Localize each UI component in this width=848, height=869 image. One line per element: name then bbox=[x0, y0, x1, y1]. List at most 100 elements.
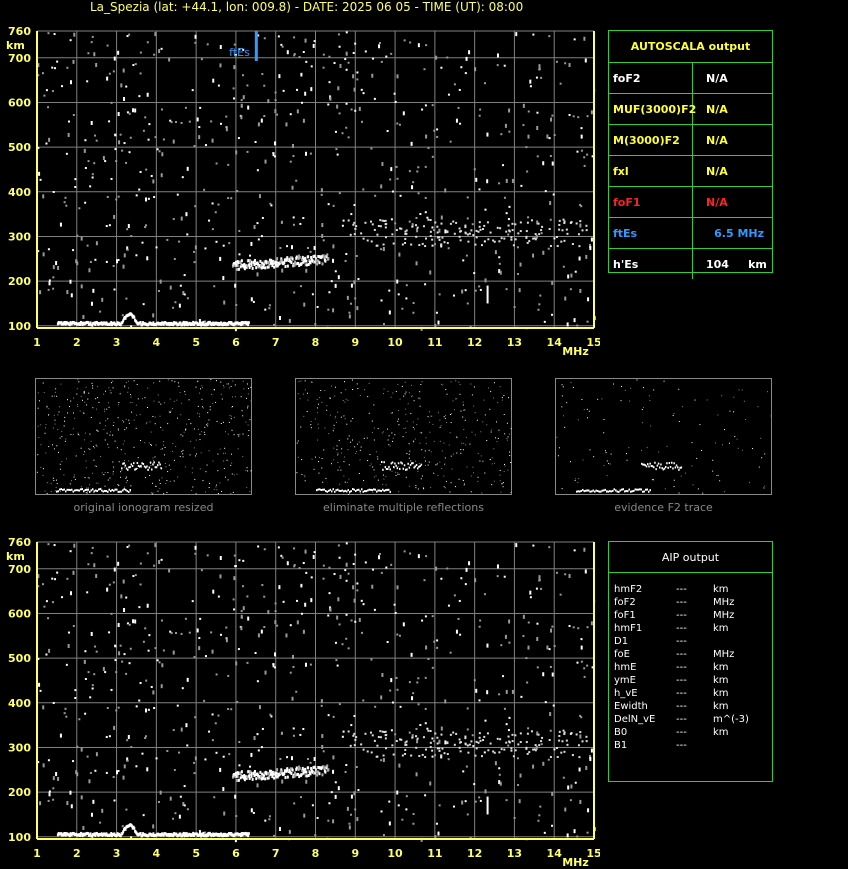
scatter-point bbox=[429, 219, 432, 222]
thumb-point bbox=[169, 411, 171, 413]
echo-point bbox=[193, 772, 196, 775]
thumb-e-trace bbox=[60, 488, 62, 491]
thumb-point bbox=[508, 397, 510, 399]
scatter-point bbox=[400, 738, 403, 741]
thumb-point bbox=[398, 473, 400, 475]
thumb-point bbox=[410, 460, 412, 462]
echo-point bbox=[474, 578, 477, 583]
thumb-point bbox=[135, 404, 137, 406]
thumb-point bbox=[562, 386, 564, 388]
scatter-point bbox=[483, 735, 486, 738]
scatter-point bbox=[560, 751, 563, 754]
echo-point bbox=[263, 548, 266, 551]
thumb-point bbox=[242, 433, 244, 435]
scatter-point bbox=[477, 741, 480, 744]
thumb-point bbox=[419, 432, 421, 434]
echo-point bbox=[304, 38, 307, 43]
echo-point bbox=[159, 790, 162, 795]
thumb-point bbox=[418, 462, 420, 464]
echo-point bbox=[296, 109, 299, 114]
echo-point bbox=[51, 90, 54, 93]
echo-point bbox=[535, 587, 538, 590]
echo-point bbox=[179, 795, 182, 798]
echo-point bbox=[65, 152, 68, 155]
thumb-point bbox=[371, 432, 373, 434]
echo-point bbox=[350, 794, 353, 799]
thumb-e-trace bbox=[370, 488, 372, 491]
thumb-point bbox=[46, 407, 48, 409]
thumb-point bbox=[250, 400, 252, 402]
thumb-point bbox=[764, 485, 766, 487]
x-tick-label: 7 bbox=[272, 336, 280, 349]
echo-point bbox=[327, 714, 330, 717]
echo-point bbox=[247, 616, 250, 621]
echo-point bbox=[258, 194, 261, 199]
thumb-f-trace bbox=[397, 462, 400, 465]
echo-point bbox=[424, 722, 427, 725]
thumb-point bbox=[133, 446, 135, 448]
echo-point bbox=[41, 72, 44, 75]
aip-row: B1 --- bbox=[614, 739, 772, 752]
echo-point bbox=[334, 641, 337, 644]
echo-point bbox=[412, 311, 415, 314]
thumb-point bbox=[385, 476, 387, 478]
f-trace-point bbox=[304, 767, 307, 771]
thumb-point bbox=[364, 389, 366, 391]
thumb-point bbox=[488, 387, 490, 389]
thumb-point bbox=[217, 453, 219, 455]
echo-point bbox=[120, 83, 123, 88]
thumb-point bbox=[87, 490, 89, 492]
echo-point bbox=[278, 316, 281, 321]
x-tick-label: 8 bbox=[312, 847, 320, 860]
echo-point bbox=[194, 756, 197, 761]
thumb-point bbox=[204, 491, 206, 493]
echo-point bbox=[142, 303, 145, 306]
echo-point bbox=[584, 58, 587, 63]
echo-point bbox=[536, 155, 539, 158]
echo-point bbox=[332, 244, 335, 249]
echo-point bbox=[146, 256, 149, 261]
thumb-point bbox=[473, 405, 475, 407]
echo-point bbox=[568, 624, 571, 627]
scatter-point bbox=[373, 228, 376, 231]
thumb-point bbox=[126, 476, 128, 478]
echo-point bbox=[321, 744, 324, 749]
echo-point bbox=[395, 165, 398, 168]
echo-point bbox=[121, 825, 124, 828]
thumb-e-trace bbox=[586, 489, 588, 492]
echo-point bbox=[345, 579, 348, 582]
x-tick-label: 11 bbox=[427, 336, 442, 349]
thumb-point bbox=[418, 397, 420, 399]
scatter-point bbox=[362, 748, 365, 751]
thumb-point bbox=[717, 474, 719, 476]
echo-point bbox=[69, 39, 72, 42]
thumb-point bbox=[414, 438, 416, 440]
echo-point bbox=[483, 593, 486, 596]
echo-point bbox=[188, 120, 191, 123]
scatter-point bbox=[526, 241, 529, 244]
thumb-point bbox=[561, 406, 563, 408]
y-tick-label: 760 bbox=[8, 536, 31, 549]
thumb-point bbox=[302, 393, 304, 395]
echo-point bbox=[522, 103, 525, 108]
echo-point bbox=[353, 715, 356, 718]
scatter-point bbox=[436, 225, 439, 228]
echo-point bbox=[45, 600, 48, 603]
thumb-point bbox=[157, 490, 159, 492]
thumb-point bbox=[104, 425, 106, 427]
echo-point bbox=[263, 84, 266, 87]
f-trace-point bbox=[248, 265, 251, 269]
echo-point bbox=[169, 630, 172, 633]
scatter-point bbox=[459, 750, 462, 753]
echo-point bbox=[337, 33, 340, 36]
echo-point bbox=[256, 783, 259, 788]
scatter-point bbox=[517, 743, 520, 746]
scatter-point bbox=[556, 756, 559, 759]
echo-point bbox=[549, 201, 552, 206]
thumb-e-trace bbox=[621, 488, 623, 491]
echo-point bbox=[162, 138, 165, 141]
thumb-point bbox=[247, 435, 249, 437]
scatter-point bbox=[537, 733, 540, 736]
echo-point bbox=[304, 91, 307, 96]
echo-point bbox=[459, 633, 462, 636]
